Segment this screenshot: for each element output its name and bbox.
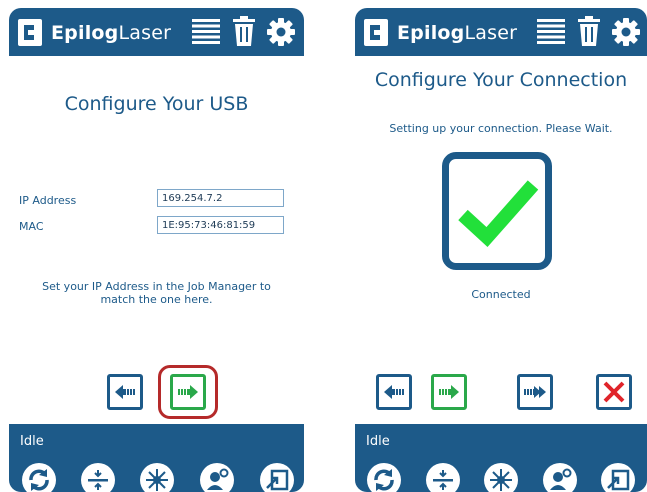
ip-address-field[interactable] bbox=[157, 189, 284, 207]
refresh-icon[interactable] bbox=[367, 463, 401, 492]
skip-arrow-icon bbox=[524, 386, 546, 398]
user-settings-icon[interactable] bbox=[200, 463, 234, 492]
logo-mark-icon bbox=[18, 19, 42, 46]
page-title: Configure Your Connection bbox=[374, 69, 628, 91]
exit-icon[interactable] bbox=[601, 463, 635, 492]
next-arrow-icon bbox=[178, 385, 198, 399]
connection-config-screen: EpilogLaser Configure Your Connection Se… bbox=[355, 8, 647, 492]
skip-button[interactable] bbox=[517, 374, 553, 410]
back-arrow-icon bbox=[384, 385, 404, 399]
trash-icon[interactable] bbox=[577, 16, 601, 46]
back-arrow-icon bbox=[115, 385, 135, 399]
laser-icon[interactable] bbox=[140, 463, 174, 492]
back-button[interactable] bbox=[107, 374, 143, 410]
brand-name: EpilogLaser bbox=[51, 21, 172, 44]
usb-config-screen: EpilogLaser Configure Your USB IP Addres… bbox=[9, 8, 304, 492]
status-message: Setting up your connection. Please Wait. bbox=[389, 122, 613, 135]
app-header: EpilogLaser bbox=[355, 8, 647, 56]
epilog-logo: EpilogLaser bbox=[18, 19, 171, 46]
cancel-button[interactable] bbox=[596, 374, 632, 410]
checkmark-icon bbox=[458, 180, 539, 247]
connected-label: Connected bbox=[471, 288, 531, 301]
mac-label: MAC bbox=[19, 220, 44, 233]
user-settings-icon[interactable] bbox=[543, 463, 577, 492]
status-footer: Idle bbox=[355, 424, 647, 492]
gear-icon[interactable] bbox=[611, 17, 641, 47]
ip-address-label: IP Address bbox=[19, 194, 77, 207]
page-title: Configure Your USB bbox=[64, 93, 249, 115]
focus-icon[interactable] bbox=[426, 463, 460, 492]
cancel-x-icon bbox=[603, 381, 625, 403]
next-button[interactable] bbox=[170, 374, 206, 410]
app-header: EpilogLaser bbox=[9, 8, 304, 56]
status-footer: Idle bbox=[9, 424, 304, 492]
epilog-logo: EpilogLaser bbox=[364, 19, 517, 46]
next-button[interactable] bbox=[431, 374, 467, 410]
refresh-icon[interactable] bbox=[22, 463, 56, 492]
next-arrow-icon bbox=[439, 385, 459, 399]
gear-icon[interactable] bbox=[266, 17, 296, 47]
focus-icon[interactable] bbox=[81, 463, 115, 492]
trash-icon[interactable] bbox=[232, 16, 256, 46]
hamburger-menu-icon[interactable] bbox=[192, 18, 220, 44]
back-button[interactable] bbox=[376, 374, 412, 410]
laser-icon[interactable] bbox=[484, 463, 518, 492]
instruction-text: Set your IP Address in the Job Manager t… bbox=[42, 280, 271, 306]
mac-address-field[interactable] bbox=[157, 216, 284, 234]
logo-mark-icon bbox=[364, 19, 388, 46]
status-text: Idle bbox=[20, 434, 44, 449]
hamburger-menu-icon[interactable] bbox=[537, 18, 565, 44]
connected-status-box bbox=[442, 152, 552, 270]
brand-name: EpilogLaser bbox=[397, 21, 518, 44]
status-text: Idle bbox=[366, 434, 390, 449]
exit-icon[interactable] bbox=[260, 463, 294, 492]
